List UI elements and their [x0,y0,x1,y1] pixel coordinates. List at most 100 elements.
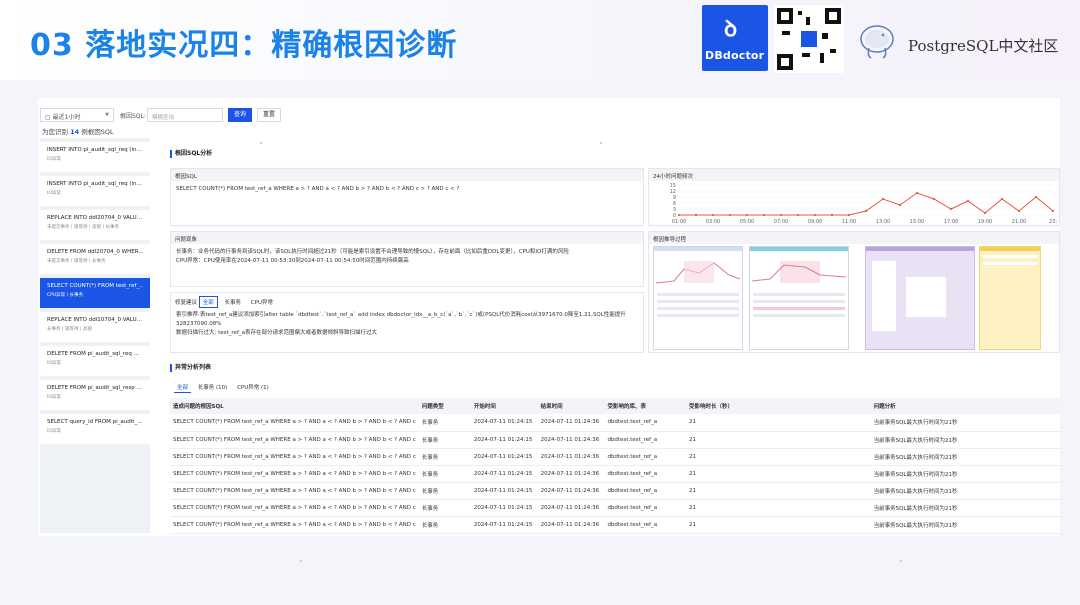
cell-start-time: 2024-07-11 01:24:15 [470,414,538,432]
frequency-data-point[interactable] [983,211,987,215]
frequency-data-point[interactable] [966,199,970,203]
frequency-data-point[interactable] [728,213,732,217]
sql-item-title: INSERT INTO pi_audit_sql_req (in... [47,181,142,187]
fix-line: 数据扫描行过大: test_ref_a表存在部分请求范围偏大或者数据倾斜导致扫描… [176,330,377,336]
calendar-icon: ▢ [45,114,53,121]
frequency-data-point[interactable] [745,213,749,217]
cell-analysis: 当前事务SQL最大执行时间为21秒 [870,431,1062,449]
time-range-select[interactable]: ▢ 最近1小时 ▼ [40,108,114,122]
table-row[interactable]: SELECT COUNT(*) FROM test_ref_a WHERE a … [170,482,1062,500]
sql-list-item[interactable]: INSERT INTO pi_audit_sql_req (in... IO异常 [40,176,150,206]
x-tick-label: 23: [1049,219,1057,225]
table-row[interactable]: SELECT COUNT(*) FROM test_ref_a WHERE a … [170,414,1062,432]
fix-header: 修复建议 [175,300,198,306]
cell-analysis: 当前事务SQL最大执行时间为21秒 [870,482,1062,500]
reset-button[interactable]: 重置 [257,108,281,122]
frequency-data-point[interactable] [1000,197,1004,201]
y-tick-label: 9 [673,195,676,201]
sql-list-item[interactable]: INSERT INTO pi_audit_sql_req (in... IO异常 [40,142,150,172]
anomaly-table: 造成问题的根因SQL 问题类型 开始时间 结束时间 受影响的库、表 受影响时长（… [170,398,1062,534]
count-number: 14 [70,128,80,136]
frequency-data-point[interactable] [949,207,953,211]
frequency-data-point[interactable] [694,213,698,217]
cell-root-sql: SELECT COUNT(*) FROM test_ref_a WHERE a … [170,431,419,449]
frequency-line-chart: 03691215 01:00 03:00 05:00 07:00 09:00 11:00 13… [670,183,1058,225]
frequency-data-point[interactable] [881,197,885,201]
col-affected-table: 受影响的库、表 [604,398,686,414]
cell-end-time: 2024-07-11 01:24:36 [537,482,605,500]
cell-root-sql: SELECT COUNT(*) FROM test_ref_a WHERE a … [170,448,419,466]
x-tick-label: 17:00 [944,219,958,225]
cell-start-time: 2024-07-11 01:24:15 [470,448,538,466]
frequency-data-point[interactable] [1034,195,1038,199]
table-row[interactable]: SELECT COUNT(*) FROM test_ref_a WHERE a … [170,465,1062,483]
sql-item-tags: IO异常 [47,157,61,162]
fix-tab-long-transaction[interactable]: 长事务 [222,297,245,307]
anomaly-tab-long-transaction[interactable]: 长事务 (10) [195,382,231,392]
postgresql-elephant-icon [860,25,894,59]
col-analysis: 问题分析 [870,398,1062,414]
frequency-data-point[interactable] [1051,209,1055,213]
anomaly-tab-all[interactable]: 全部 [174,382,192,393]
cell-affected-table: dbdtest.test_ref_a [604,414,686,432]
sql-list-item[interactable]: REPLACE INTO ddl10704_0 VALU... 长事务丨锁等待丨高… [40,312,150,342]
frequency-data-point[interactable] [779,213,783,217]
sql-item-tags: IO异常 [47,191,61,196]
frequency-data-point[interactable] [830,213,834,217]
dbdoctor-logo: ꝺ DBdoctor [702,5,768,71]
cell-affected-duration: 21 [685,448,871,466]
sql-list-item[interactable]: SELECT query_id FROM pi_audit_... IO异常 [40,414,150,444]
sql-list-item[interactable]: DELETE FROM pi_audit_sql_req ... IO异常 [40,346,150,376]
y-tick-label: 0 [673,213,676,219]
fix-tab-all[interactable]: 全部 [198,296,218,308]
table-row[interactable]: SELECT COUNT(*) FROM test_ref_a WHERE a … [170,431,1062,449]
cell-affected-duration: 21 [685,465,871,483]
query-button[interactable]: 查询 [228,108,252,122]
sql-list-item[interactable]: DELETE FROM ddl20704_0 WHER... 未提交事务丨锁等待丨… [40,244,150,274]
x-tick-label: 09:00 [808,219,822,225]
sql-list-item-selected[interactable]: SELECT COUNT(*) FROM test_ref_... CPU异常丨长… [40,278,150,308]
fix-line: 索引推荐:表test_ref_a建议添加索引alter table `dbdte… [176,312,626,318]
frequency-data-point[interactable] [677,213,681,217]
col-affected-duration: 受影响时长（秒） [685,398,871,414]
chevron-down-icon: ▼ [105,112,109,118]
frequency-data-point[interactable] [1017,209,1021,213]
cell-end-time: 2024-07-11 01:24:36 [537,431,605,449]
frequency-data-point[interactable] [915,191,919,195]
frequency-data-point[interactable] [813,213,817,217]
cell-end-time: 2024-07-11 01:24:36 [537,499,605,517]
cell-affected-duration: 21 [685,516,871,534]
table-row[interactable]: SELECT COUNT(*) FROM test_ref_a WHERE a … [170,448,1062,466]
frequency-data-point[interactable] [864,209,868,213]
root-sql-count: 为您识别 14 例根因SQL [42,126,114,136]
analysis-section-title: 根因SQL分析 [170,150,212,158]
sql-item-tags: IO异常 [47,361,61,366]
dbdoctor-glyph-icon: ꝺ [724,17,738,42]
frequency-data-point[interactable] [762,213,766,217]
fix-tab-cpu[interactable]: CPU异常 [248,297,276,307]
x-tick-label: 21:00 [1012,219,1026,225]
cell-root-sql: SELECT COUNT(*) FROM test_ref_a WHERE a … [170,482,419,500]
frequency-data-point[interactable] [847,213,851,217]
cell-affected-duration: 21 [685,499,871,517]
frequency-data-point[interactable] [932,197,936,201]
frequency-data-point[interactable] [898,203,902,207]
sql-search-input[interactable]: 模糊查询 [147,108,223,122]
x-tick-label: 05:00 [740,219,754,225]
count-prefix: 为您识别 [42,128,68,136]
anomaly-tab-cpu[interactable]: CPU异常 (1) [234,382,272,392]
cell-problem-type: 长事务 [418,482,471,500]
sql-item-tags: 长事务丨锁等待丨高锁 [47,327,92,332]
x-tick-label: 13:00 [876,219,890,225]
sql-list-item[interactable]: REPLACE INTO ddl20704_0 VALU... 未提交事务丨锁等待… [40,210,150,240]
table-row[interactable]: SELECT COUNT(*) FROM test_ref_a WHERE a … [170,516,1062,534]
table-row[interactable]: SELECT COUNT(*) FROM test_ref_a WHERE a … [170,499,1062,517]
cell-start-time: 2024-07-11 01:24:15 [470,431,538,449]
sql-list-item[interactable]: DELETE FROM pi_audit_sql_resp ... IO异常 [40,380,150,410]
x-tick-label: 11:00 [842,219,856,225]
frequency-data-point[interactable] [711,213,715,217]
frequency-data-point[interactable] [796,213,800,217]
qr-code-icon [774,5,844,73]
col-problem-type: 问题类型 [418,398,471,414]
x-tick-label: 15:00 [910,219,924,225]
